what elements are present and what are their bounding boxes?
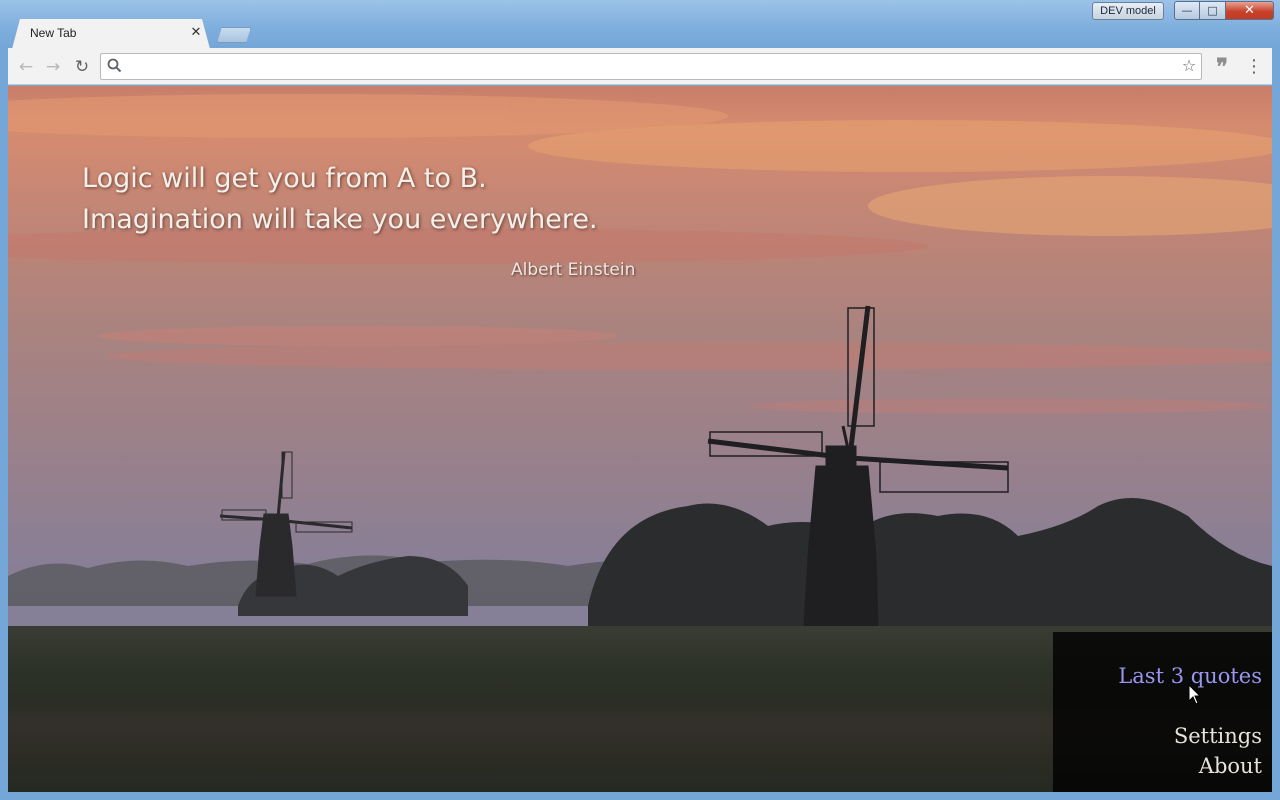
new-tab-button[interactable] xyxy=(217,27,251,43)
back-arrow-icon: ← xyxy=(18,57,34,77)
search-icon xyxy=(107,58,122,73)
quote-line-1: Logic will get you from A to B. xyxy=(82,163,487,194)
settings-link[interactable]: Settings xyxy=(1174,724,1262,748)
reload-button[interactable]: ↻ xyxy=(70,55,94,79)
new-tab-page: Logic will get you from A to B. Imaginat… xyxy=(8,86,1272,792)
minimize-button[interactable]: — xyxy=(1174,1,1200,20)
mouse-cursor-icon xyxy=(1188,684,1202,705)
browser-menu-icon[interactable]: ⋮ xyxy=(1244,55,1264,79)
back-button[interactable]: ← xyxy=(14,55,38,79)
minimize-icon: — xyxy=(1181,4,1193,17)
dev-model-badge: DEV model xyxy=(1092,2,1164,20)
tab-close-icon[interactable]: ✕ xyxy=(189,25,203,41)
close-icon: ✕ xyxy=(1244,3,1255,18)
quote-text: Logic will get you from A to B. Imaginat… xyxy=(82,158,782,240)
quote-line-2: Imagination will take you everywhere. xyxy=(82,204,598,235)
tab-title: New Tab xyxy=(30,26,77,40)
reload-icon: ↻ xyxy=(74,57,90,77)
quote-author: Albert Einstein xyxy=(511,260,636,280)
address-input[interactable] xyxy=(128,57,1168,75)
maximize-icon: □ xyxy=(1207,4,1218,17)
maximize-button[interactable]: □ xyxy=(1200,1,1226,20)
about-link[interactable]: About xyxy=(1199,754,1262,778)
close-window-button[interactable]: ✕ xyxy=(1226,1,1274,20)
forward-button[interactable]: → xyxy=(41,55,65,79)
bookmark-star-icon[interactable]: ☆ xyxy=(1178,56,1200,76)
quote-menu-panel: Last 3 quotes Settings About xyxy=(1053,632,1272,792)
quote-extension-icon[interactable]: ❞ xyxy=(1210,54,1234,80)
window-bottom-border xyxy=(0,792,1280,800)
forward-arrow-icon: → xyxy=(45,57,61,77)
